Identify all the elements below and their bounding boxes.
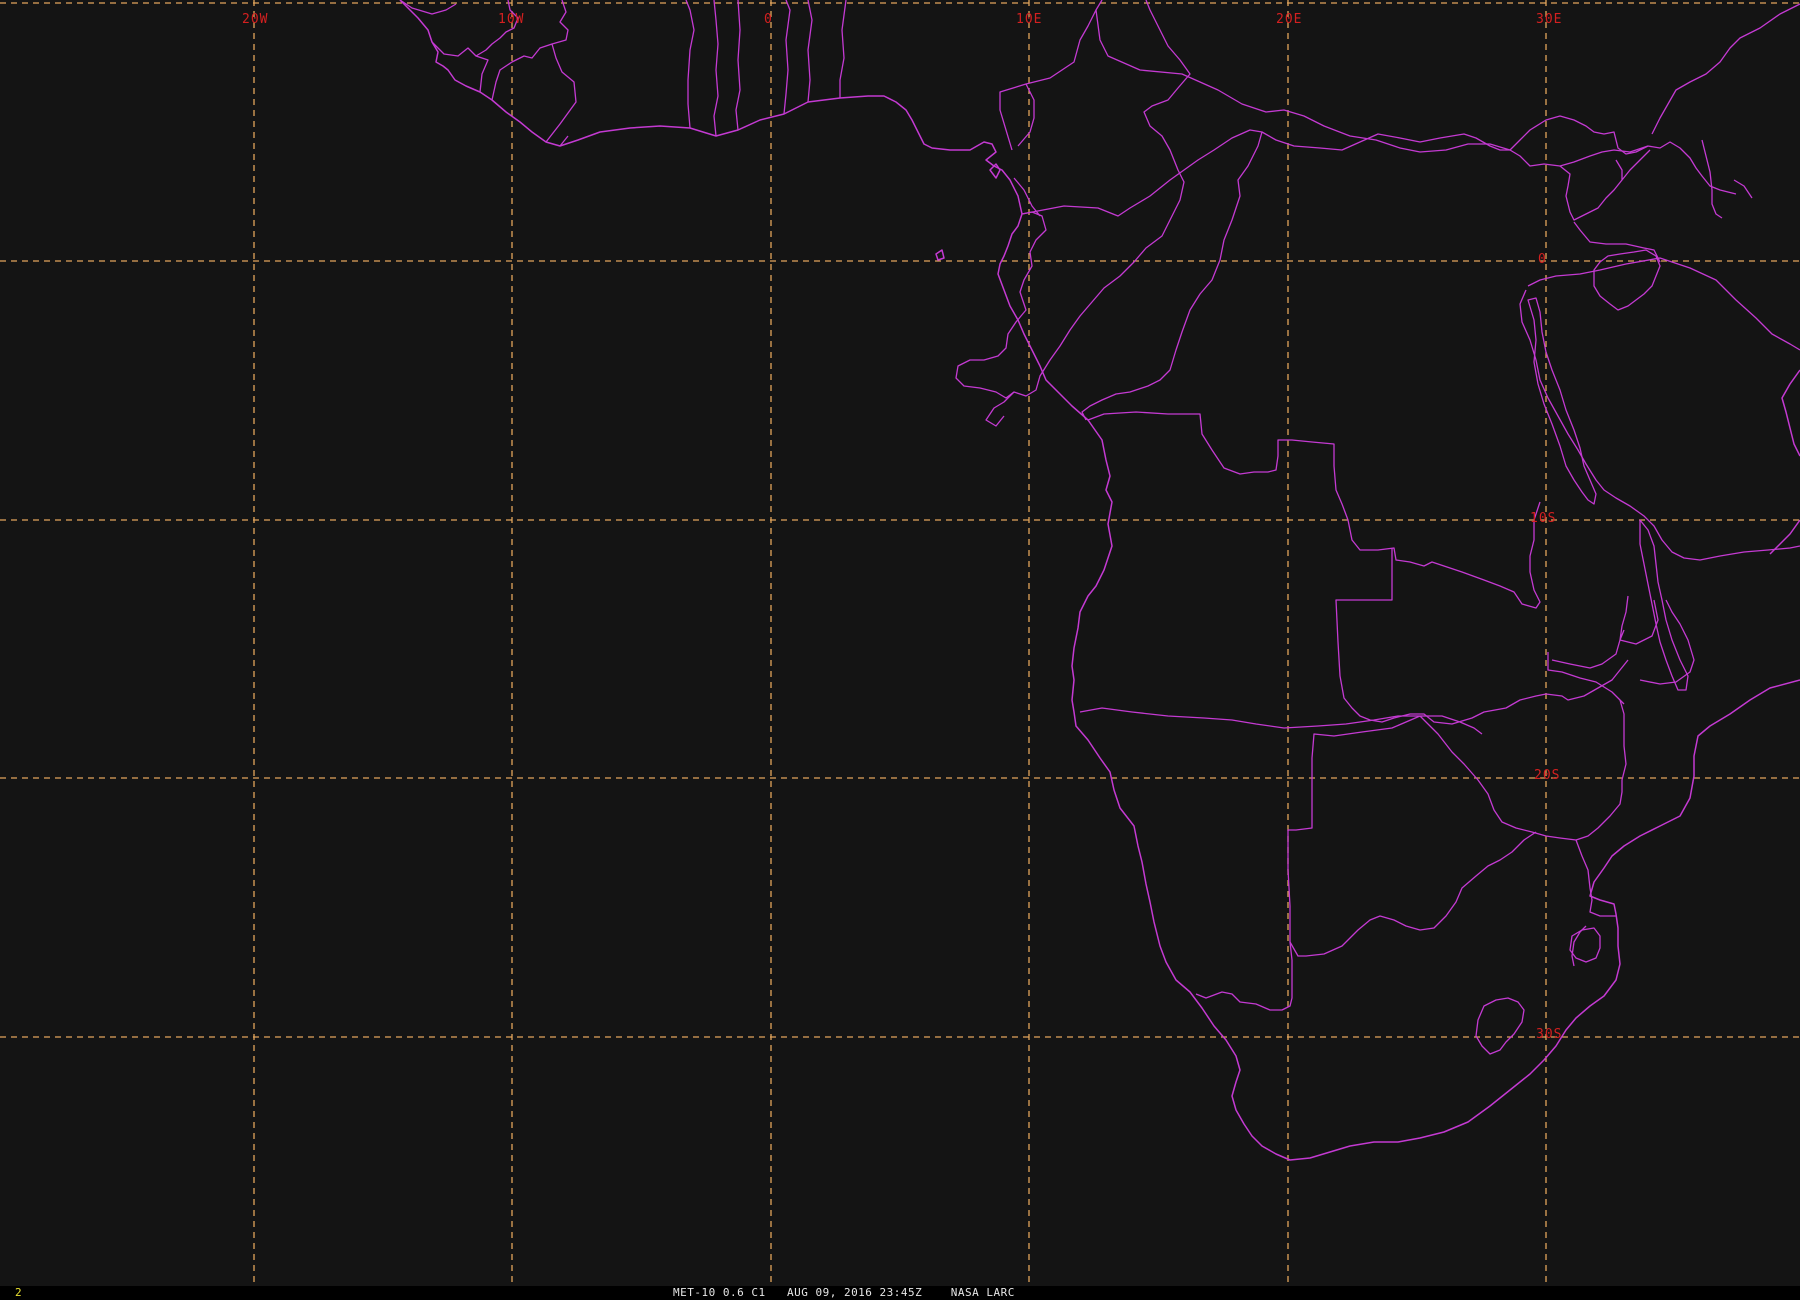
islands [935, 163, 1001, 261]
latitude-label-0: 0 [1538, 252, 1547, 267]
map-layer [0, 0, 1800, 1286]
lake-tanganyika-outline [1527, 297, 1597, 505]
east-africa-coast [1769, 369, 1800, 555]
longitude-label-0: 0 [764, 12, 773, 27]
image-caption: MET-10 0.6 C1 AUG 09, 2016 23:45Z NASA L… [673, 1286, 1015, 1299]
lesotho-border [1475, 997, 1525, 1055]
eswatini-border [1569, 927, 1601, 963]
angola-northern-border [1087, 411, 1541, 609]
central-africa-boundaries [955, 0, 1649, 427]
west-africa-boundaries [399, 0, 1800, 1161]
latitude-label-30s: 30S [1536, 1027, 1563, 1042]
botswana-south-africa-border [1289, 831, 1537, 957]
latitude-label-20s: 20S [1534, 768, 1561, 783]
longitude-label-20w: 20W [242, 12, 269, 27]
chad-sudan-border [955, 0, 1191, 399]
namibia-botswana-border [1195, 715, 1421, 1011]
latitude-label-10s: 10S [1530, 511, 1557, 526]
frame-number: 2 [15, 1286, 22, 1299]
west-africa-inland-borders [399, 0, 847, 147]
longitude-label-30e: 30E [1536, 12, 1563, 27]
satellite-map: 20W 10W 0 10E 20E 30E 0 10S 20S 30S 2 ME… [0, 0, 1800, 1300]
tanzania-borders [1519, 257, 1800, 561]
namibia-caprivi-border [1079, 707, 1483, 735]
sao-tome-island [935, 249, 945, 261]
east-africa-boundaries [1519, 3, 1800, 705]
malawi-zambia-mozambique [1547, 595, 1695, 705]
lake-malawi-outline [1639, 519, 1689, 691]
lake-victoria-outline [1593, 249, 1661, 311]
longitude-label-10w: 10W [498, 12, 525, 27]
longitude-label-10e: 10E [1016, 12, 1043, 27]
congo-gabon-border [985, 9, 1649, 427]
botswana-zimbabwe-border [1419, 699, 1627, 841]
longitude-label-20e: 20E [1276, 12, 1303, 27]
meridian-gridlines [253, 0, 1547, 1286]
west-africa-coastline [399, 0, 1800, 1161]
nigeria-cameroon-chad [999, 0, 1649, 217]
angola-zambia-border [1335, 548, 1629, 725]
